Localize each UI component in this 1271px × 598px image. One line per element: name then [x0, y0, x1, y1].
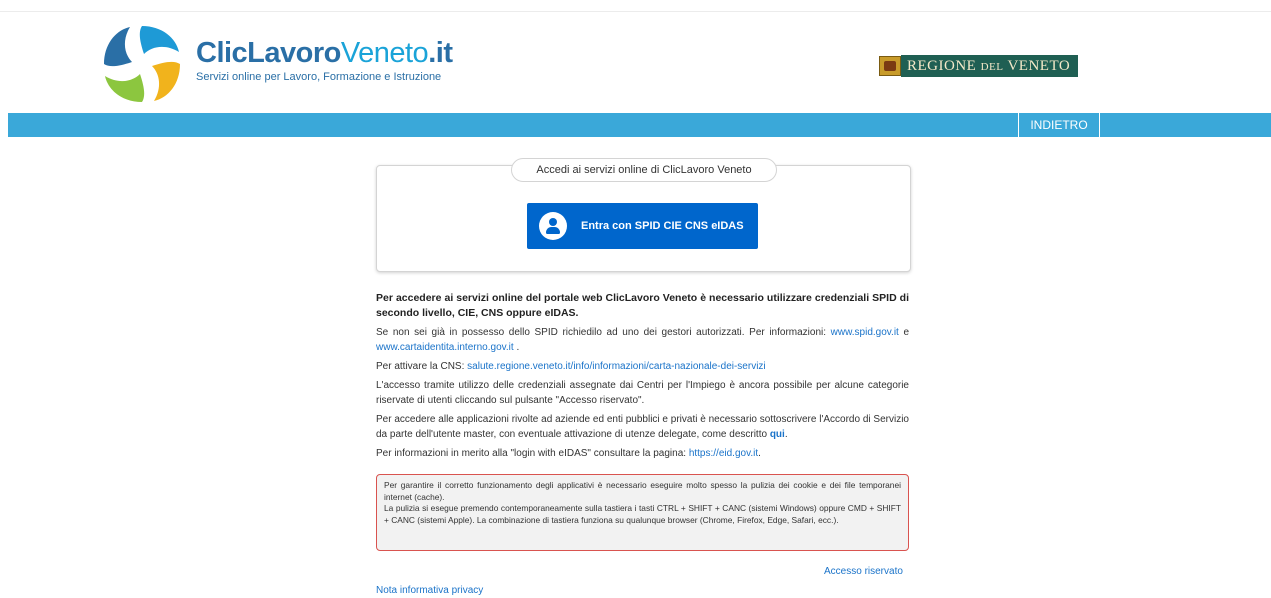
- info-text: Per accedere ai servizi online del porta…: [376, 291, 909, 465]
- cpi-info: L'accesso tramite utilizzo delle credenz…: [376, 380, 909, 406]
- eidas-info: Per informazioni in merito alla "login w…: [376, 448, 761, 459]
- warning-line-1: Per garantire il corretto funzionamento …: [384, 480, 901, 502]
- intro-text: Per accedere ai servizi online del porta…: [376, 292, 909, 319]
- accesso-riservato-link[interactable]: Accesso riservato: [824, 566, 903, 577]
- user-icon: [539, 212, 567, 240]
- brand-block[interactable]: ClicLavoroVeneto.it Servizi online per L…: [196, 37, 453, 84]
- cie-link[interactable]: www.cartaidentita.interno.gov.it: [376, 342, 514, 353]
- spid-login-label: Entra con SPID CIE CNS eIDAS: [581, 220, 744, 232]
- eidas-link[interactable]: https://eid.gov.it: [689, 448, 758, 459]
- spid-link[interactable]: www.spid.gov.it: [831, 327, 899, 338]
- cache-warning-box: Per garantire il corretto funzionamento …: [376, 474, 909, 551]
- cns-info: Per attivare la CNS: salute.regione.vene…: [376, 361, 766, 372]
- site-header: ClicLavoroVeneto.it Servizi online per L…: [0, 12, 1271, 112]
- privacy-link[interactable]: Nota informativa privacy: [376, 585, 483, 596]
- regione-label: REGIONE DEL VENETO: [901, 55, 1079, 77]
- swirl-logo-icon[interactable]: [100, 22, 184, 106]
- regione-veneto-logo[interactable]: REGIONE DEL VENETO: [879, 55, 1079, 77]
- aziende-info: Per accedere alle applicazioni rivolte a…: [376, 414, 909, 440]
- warning-line-2: La pulizia si esegue premendo contempora…: [384, 503, 901, 525]
- spid-info: Se non sei già in possesso dello SPID ri…: [376, 327, 910, 353]
- qui-link[interactable]: qui: [770, 429, 785, 440]
- cns-link[interactable]: salute.regione.veneto.it/info/informazio…: [467, 361, 766, 372]
- brand-title: ClicLavoroVeneto.it: [196, 37, 453, 69]
- nav-bar: INDIETRO: [8, 113, 1271, 137]
- spid-login-button[interactable]: Entra con SPID CIE CNS eIDAS: [527, 203, 758, 249]
- lion-emblem-icon: [879, 56, 901, 76]
- login-panel-title: Accedi ai servizi online di ClicLavoro V…: [511, 158, 777, 182]
- login-panel: Accedi ai servizi online di ClicLavoro V…: [376, 158, 911, 272]
- back-button[interactable]: INDIETRO: [1018, 113, 1100, 137]
- brand-subtitle: Servizi online per Lavoro, Formazione e …: [196, 71, 442, 83]
